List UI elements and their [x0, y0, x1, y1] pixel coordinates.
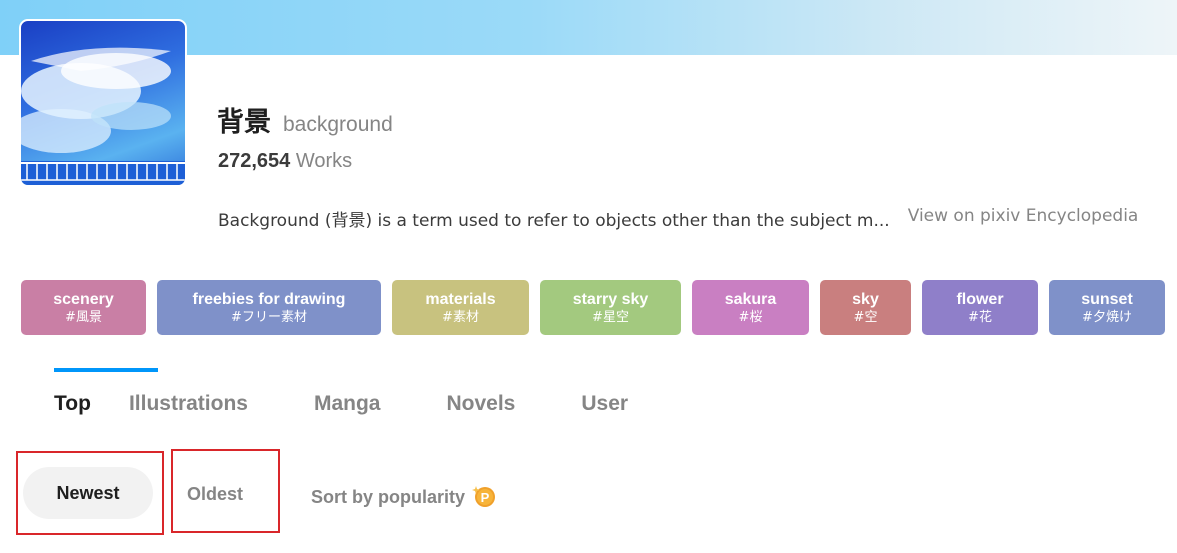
related-tag-name: materials: [425, 290, 496, 308]
tab-illustrations[interactable]: Illustrations: [129, 368, 248, 418]
tab-novels[interactable]: Novels: [446, 368, 515, 418]
content-tabs: Top Illustrations Manga Novels User: [21, 368, 628, 418]
tag-translation: background: [283, 113, 393, 136]
related-tags-list: scenery #風景 freebies for drawing #フリー素材 mate…: [21, 280, 1176, 335]
related-tag-original: #星空: [592, 309, 629, 325]
related-tag-original: #素材: [442, 309, 479, 325]
encyclopedia-link[interactable]: View on pixiv Encyclopedia: [908, 206, 1139, 231]
related-tag-original: #夕焼け: [1082, 309, 1132, 325]
svg-text:P: P: [481, 490, 490, 505]
related-tag-chip[interactable]: materials #素材: [392, 280, 529, 335]
related-tag-chip[interactable]: freebies for drawing #フリー素材: [157, 280, 381, 335]
tag-title-row: 背景 background: [217, 100, 393, 139]
works-count: 272,654 Works: [218, 150, 352, 173]
works-label: Works: [295, 150, 353, 172]
related-tag-name: freebies for drawing: [192, 290, 346, 308]
tab-manga[interactable]: Manga: [314, 368, 381, 418]
related-tag-name: flower: [956, 290, 1004, 308]
related-tag-original: #風景: [65, 309, 102, 325]
tag-title: 背景: [217, 107, 271, 138]
related-tag-name: sunset: [1081, 290, 1133, 308]
related-tag-name: scenery: [53, 290, 114, 308]
related-tag-chip[interactable]: sakura #桜: [692, 280, 809, 335]
related-tag-chip[interactable]: flower #花: [922, 280, 1038, 335]
tab-top[interactable]: Top: [54, 368, 158, 418]
sort-popularity-label: Sort by popularity: [311, 486, 466, 507]
tag-thumbnail-image: [19, 19, 187, 187]
sort-popularity-button[interactable]: Sort by popularity P: [311, 484, 497, 510]
related-tag-name: starry sky: [572, 290, 649, 308]
highlight-box-oldest: [171, 449, 280, 533]
highlight-box-newest: [16, 451, 164, 535]
premium-p-icon: P: [471, 483, 497, 509]
related-tag-chip[interactable]: starry sky #星空: [540, 280, 681, 335]
related-tag-original: #花: [968, 309, 992, 325]
related-tag-original: #フリー素材: [231, 309, 307, 325]
tag-description: Background (背景) is a term used to refer …: [218, 211, 890, 231]
related-tag-chip[interactable]: sky #空: [820, 280, 911, 335]
related-tag-name: sky: [852, 290, 879, 308]
related-tag-original: #桜: [738, 309, 763, 325]
related-tag-name: sakura: [724, 290, 777, 308]
related-tag-chip[interactable]: sunset #夕焼け: [1049, 280, 1165, 335]
related-tag-original: #空: [853, 309, 878, 325]
works-number: 272,654: [218, 150, 291, 172]
related-tag-chip[interactable]: scenery #風景: [21, 280, 146, 335]
tab-user[interactable]: User: [581, 368, 628, 418]
tag-description-row: Background (背景) is a term used to refer …: [218, 206, 1138, 231]
